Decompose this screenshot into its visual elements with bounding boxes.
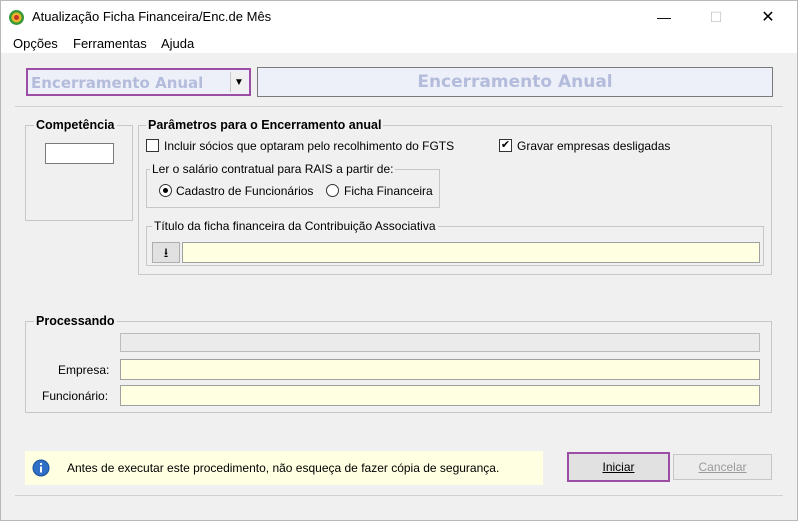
footer-divider <box>15 495 783 496</box>
menu-ajuda[interactable]: Ajuda <box>161 36 194 51</box>
radio-selected-dot <box>163 188 168 193</box>
download-icon: ⭳ <box>163 245 169 260</box>
incluir-socios-label: Incluir sócios que optaram pelo recolhim… <box>164 139 455 153</box>
menu-bar: Opções Ferramentas Ajuda <box>1 33 797 53</box>
maximize-icon: ☐ <box>709 8 723 25</box>
incluir-socios-checkbox[interactable] <box>146 139 159 152</box>
app-window: Atualização Ficha Financeira/Enc.de Mês … <box>0 0 798 521</box>
rais-group: Ler o salário contratual para RAIS a par… <box>146 162 440 208</box>
title-bar: Atualização Ficha Financeira/Enc.de Mês … <box>1 1 797 33</box>
processando-label: Processando <box>34 314 117 328</box>
titulo-download-button[interactable]: ⭳ <box>152 242 180 263</box>
info-icon <box>32 459 50 477</box>
competencia-group: Competência <box>25 118 133 221</box>
titulo-label: Título da ficha financeira da Contribuiç… <box>152 219 438 233</box>
menu-ferramentas[interactable]: Ferramentas <box>73 36 147 51</box>
backup-warning: Antes de executar este procedimento, não… <box>25 451 543 485</box>
empresa-label: Empresa: <box>58 363 110 377</box>
iniciar-button[interactable]: Iniciar <box>567 452 670 482</box>
minimize-button[interactable]: — <box>641 1 687 33</box>
parametros-label: Parâmetros para o Encerramento anual <box>146 118 384 132</box>
radio-cadastro-label: Cadastro de Funcionários <box>176 184 314 198</box>
mode-dropdown-value: Encerramento Anual <box>31 74 204 92</box>
empresa-field <box>120 359 760 380</box>
client-area: Encerramento Anual ▼ Encerramento Anual … <box>1 53 797 520</box>
parametros-group: Parâmetros para o Encerramento anual Inc… <box>138 118 772 275</box>
funcionario-label: Funcionário: <box>42 389 109 403</box>
titulo-input[interactable] <box>182 242 760 263</box>
progress-bar <box>120 333 760 352</box>
header-divider <box>15 106 783 107</box>
radio-cadastro[interactable] <box>159 184 172 197</box>
app-icon <box>9 10 24 25</box>
gravar-desligadas-label: Gravar empresas desligadas <box>517 139 671 153</box>
close-button[interactable]: ✕ <box>745 1 791 33</box>
maximize-button: ☐ <box>693 1 739 33</box>
mode-banner: Encerramento Anual <box>257 67 773 97</box>
chevron-down-icon[interactable]: ▼ <box>230 72 247 92</box>
close-icon: ✕ <box>761 9 775 26</box>
backup-warning-text: Antes de executar este procedimento, não… <box>67 461 500 475</box>
titulo-group: Título da ficha financeira da Contribuiç… <box>146 219 764 266</box>
funcionario-field <box>120 385 760 406</box>
menu-opcoes[interactable]: Opções <box>13 36 58 51</box>
processando-group: Processando Empresa: Funcionário: <box>25 314 772 413</box>
cancelar-button[interactable]: Cancelar <box>673 454 772 480</box>
checkmark-icon: ✔ <box>500 139 511 151</box>
rais-label: Ler o salário contratual para RAIS a par… <box>150 162 396 176</box>
competencia-input[interactable] <box>45 143 114 164</box>
window-title: Atualização Ficha Financeira/Enc.de Mês <box>32 9 272 24</box>
gravar-desligadas-checkbox[interactable]: ✔ <box>499 139 512 152</box>
competencia-label: Competência <box>34 118 117 132</box>
radio-ficha-label: Ficha Financeira <box>344 184 433 198</box>
mode-dropdown[interactable]: Encerramento Anual ▼ <box>26 68 251 96</box>
minimize-icon: — <box>657 9 671 25</box>
radio-ficha[interactable] <box>326 184 339 197</box>
